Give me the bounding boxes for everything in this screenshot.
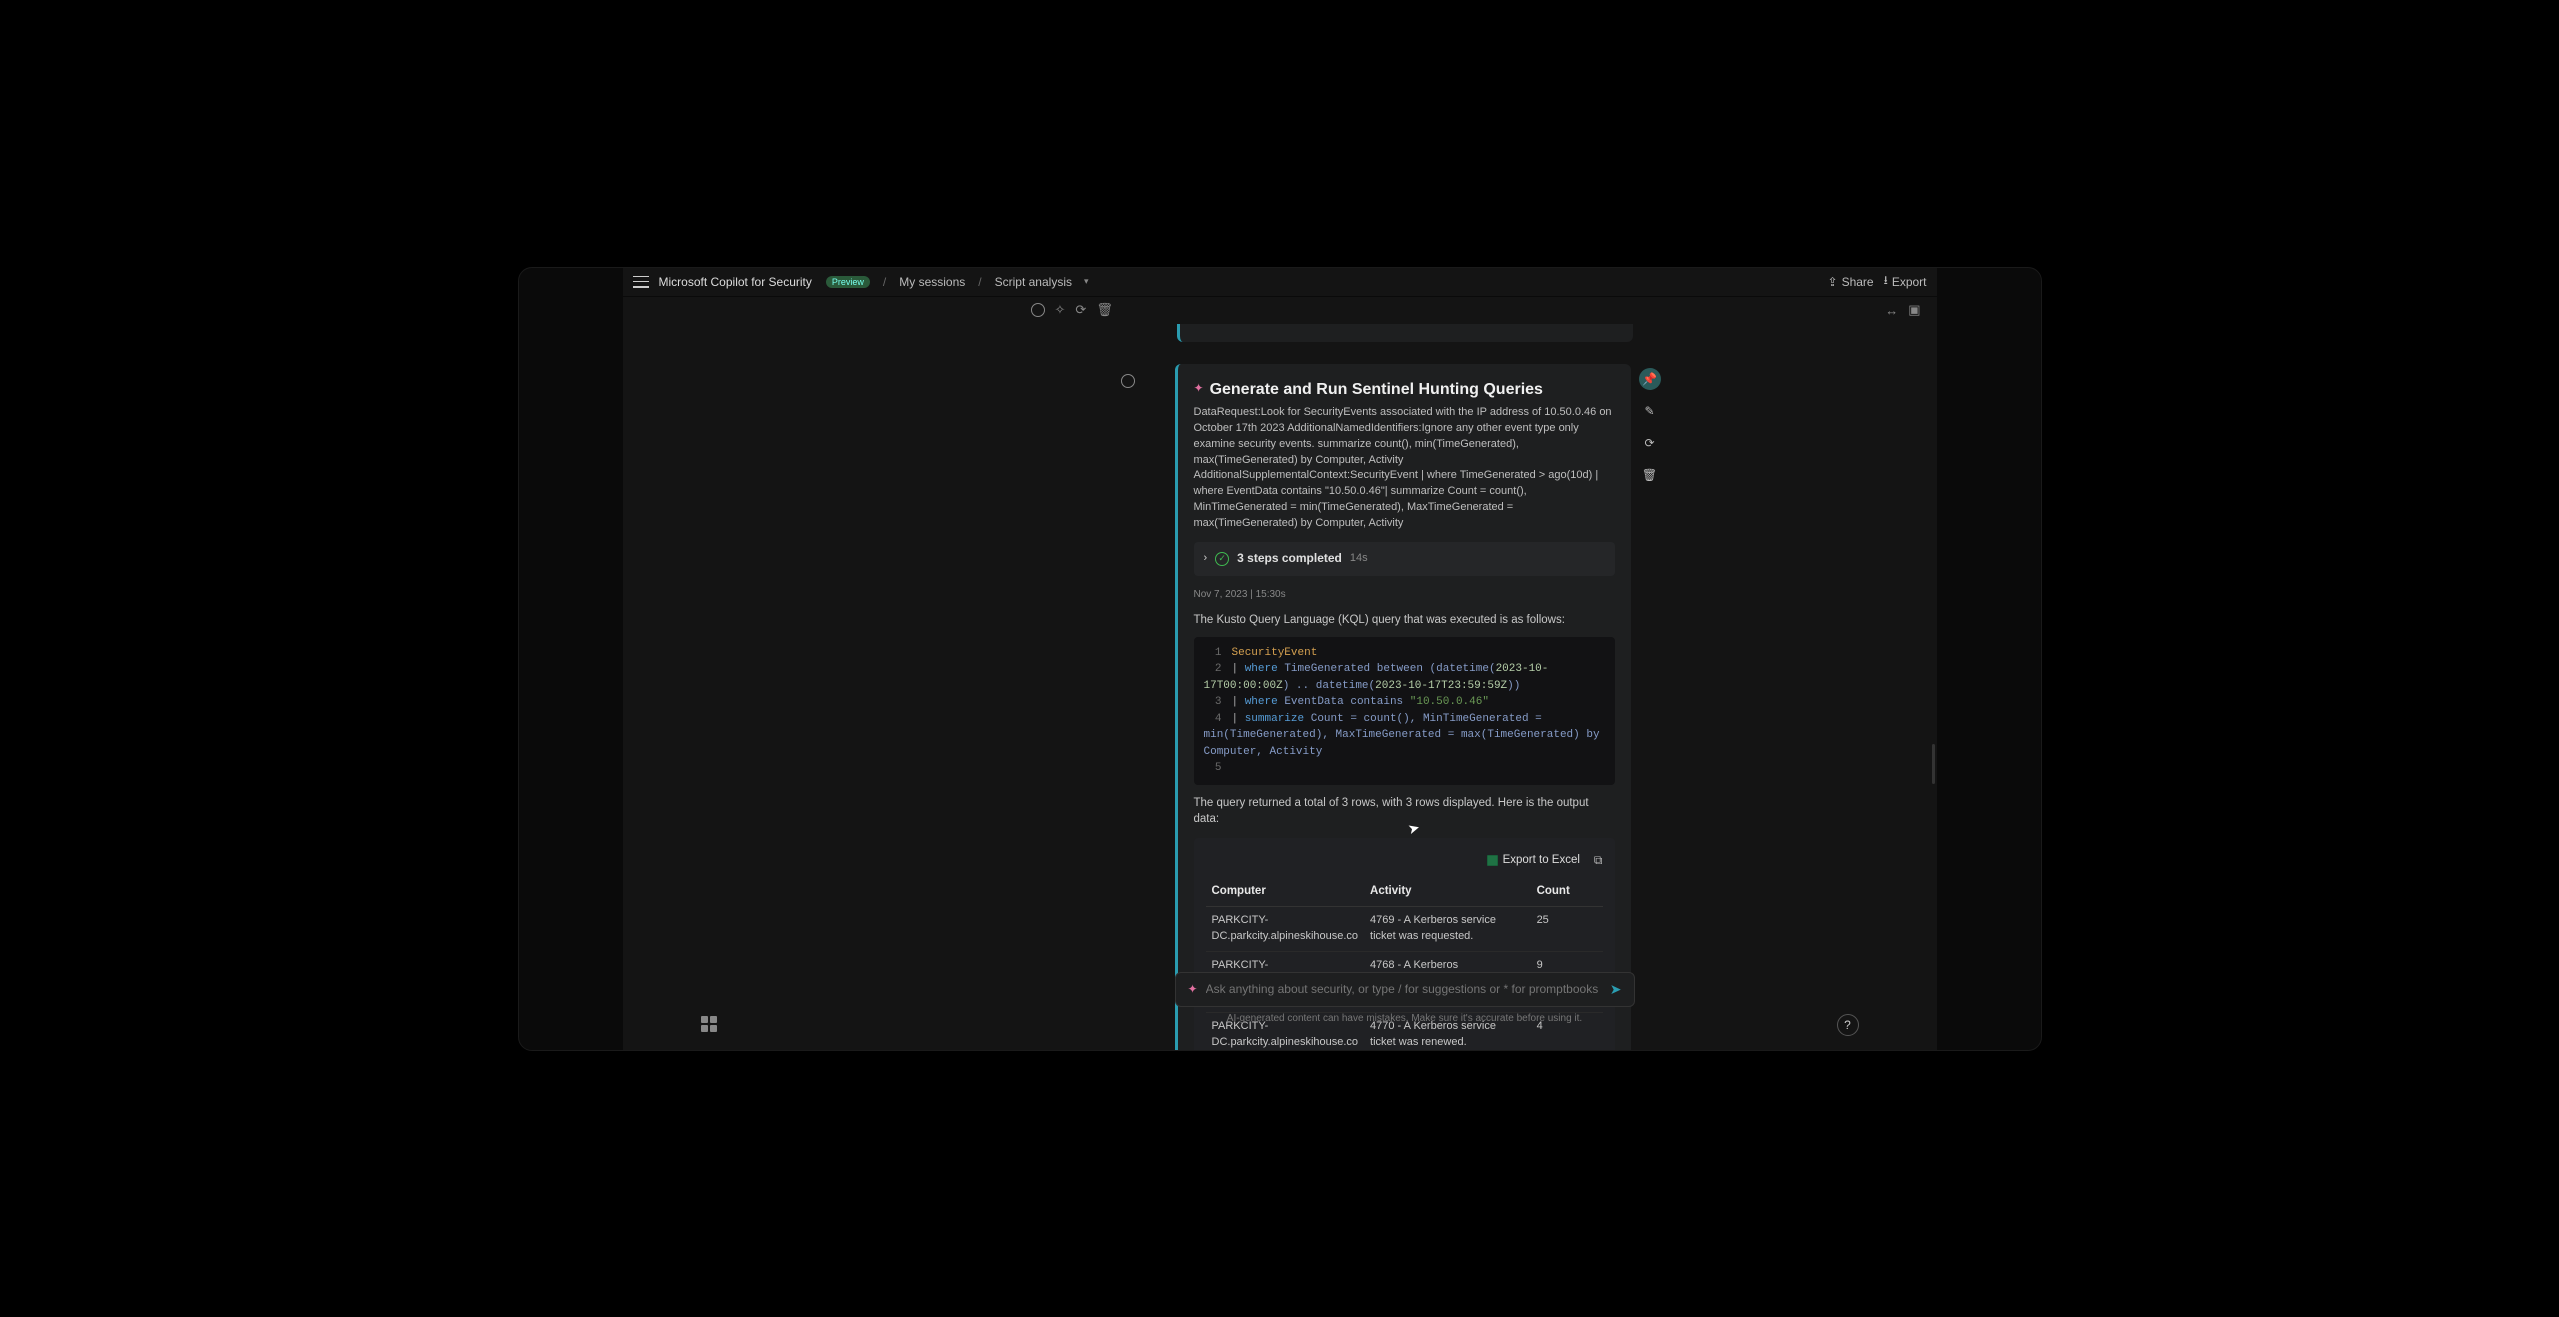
- subbar: ✧ ⟳ 🗑 ↔ ▣: [623, 296, 1937, 324]
- panel-icon[interactable]: ▣: [1908, 302, 1920, 318]
- export-excel-button[interactable]: Export to Excel: [1487, 852, 1580, 869]
- select-all-checkbox[interactable]: [1031, 303, 1045, 317]
- preview-badge: Preview: [826, 276, 870, 288]
- crumb-sessions[interactable]: My sessions: [899, 275, 965, 289]
- share-button[interactable]: ⇪ Share: [1828, 275, 1874, 289]
- delete-button[interactable]: 🗑: [1639, 464, 1661, 486]
- chevron-down-icon[interactable]: ▾: [1084, 276, 1089, 287]
- refresh-button[interactable]: ⟳: [1639, 432, 1661, 454]
- intro-text: The Kusto Query Language (KQL) query tha…: [1194, 612, 1615, 629]
- crumb-current[interactable]: Script analysis: [995, 275, 1072, 289]
- pin-icon[interactable]: ✧: [1055, 302, 1066, 318]
- content-area: ✦ Generate and Run Sentinel Hunting Quer…: [623, 324, 1937, 1050]
- card-description: DataRequest:Look for SecurityEvents asso…: [1194, 405, 1615, 533]
- chevron-right-icon: ›: [1204, 551, 1208, 567]
- timestamp: Nov 7, 2023 | 15:30s: [1194, 588, 1615, 603]
- refresh-icon[interactable]: ⟳: [1075, 302, 1086, 318]
- scrollbar[interactable]: [1932, 744, 1935, 784]
- export-button[interactable]: ⭳ Export: [1884, 271, 1927, 292]
- open-external-icon[interactable]: ⧉: [1594, 852, 1603, 869]
- apps-icon[interactable]: [701, 1016, 717, 1032]
- excel-icon: [1487, 855, 1498, 866]
- crumb-sep: /: [978, 275, 981, 289]
- col-activity[interactable]: Activity: [1364, 877, 1531, 906]
- topbar: Microsoft Copilot for Security Preview /…: [623, 268, 1937, 296]
- prompt-bar: ✦ ➤: [1175, 972, 1635, 1007]
- col-computer[interactable]: Computer: [1206, 877, 1365, 906]
- steps-completed-row[interactable]: › ✓ 3 steps completed 14s: [1194, 542, 1615, 575]
- prompt-input[interactable]: [1206, 982, 1602, 996]
- expand-horiz-icon[interactable]: ↔: [1885, 303, 1898, 318]
- app-title: Microsoft Copilot for Security: [659, 275, 812, 289]
- send-button[interactable]: ➤: [1610, 981, 1622, 998]
- edit-button[interactable]: ✎: [1639, 400, 1661, 422]
- card-actions-rail: 📌 ✎ ⟳ 🗑: [1639, 368, 1661, 486]
- card-title: Generate and Run Sentinel Hunting Querie…: [1210, 378, 1543, 401]
- delete-icon[interactable]: 🗑: [1096, 302, 1113, 318]
- pin-button[interactable]: 📌: [1639, 368, 1661, 390]
- code-block: 1SecurityEvent 2| where TimeGenerated be…: [1194, 637, 1615, 785]
- menu-icon[interactable]: [633, 276, 649, 288]
- crumb-sep: /: [883, 275, 886, 289]
- steps-duration: 14s: [1350, 551, 1368, 567]
- col-count[interactable]: Count: [1531, 877, 1603, 906]
- results-table: Computer Activity Count PARKCITY-DC.park…: [1206, 877, 1603, 1049]
- help-button[interactable]: ?: [1837, 1014, 1859, 1036]
- table-row: PARKCITY-DC.parkcity.alpineskihouse.co 4…: [1206, 907, 1603, 952]
- previous-card-stub: [1177, 324, 1633, 342]
- result-text: The query returned a total of 3 rows, wi…: [1194, 795, 1615, 828]
- sparkle-icon: ✦: [1194, 380, 1204, 397]
- response-card: ✦ Generate and Run Sentinel Hunting Quer…: [1175, 364, 1631, 1050]
- row-checkbox[interactable]: [1121, 374, 1135, 388]
- steps-text: 3 steps completed: [1237, 550, 1342, 567]
- download-icon: ⭳: [1884, 271, 1888, 292]
- share-icon: ⇪: [1828, 275, 1838, 289]
- disclaimer: AI-generated content can have mistakes. …: [1175, 1013, 1635, 1024]
- sparkle-icon: ✦: [1188, 982, 1198, 996]
- success-icon: ✓: [1215, 552, 1229, 566]
